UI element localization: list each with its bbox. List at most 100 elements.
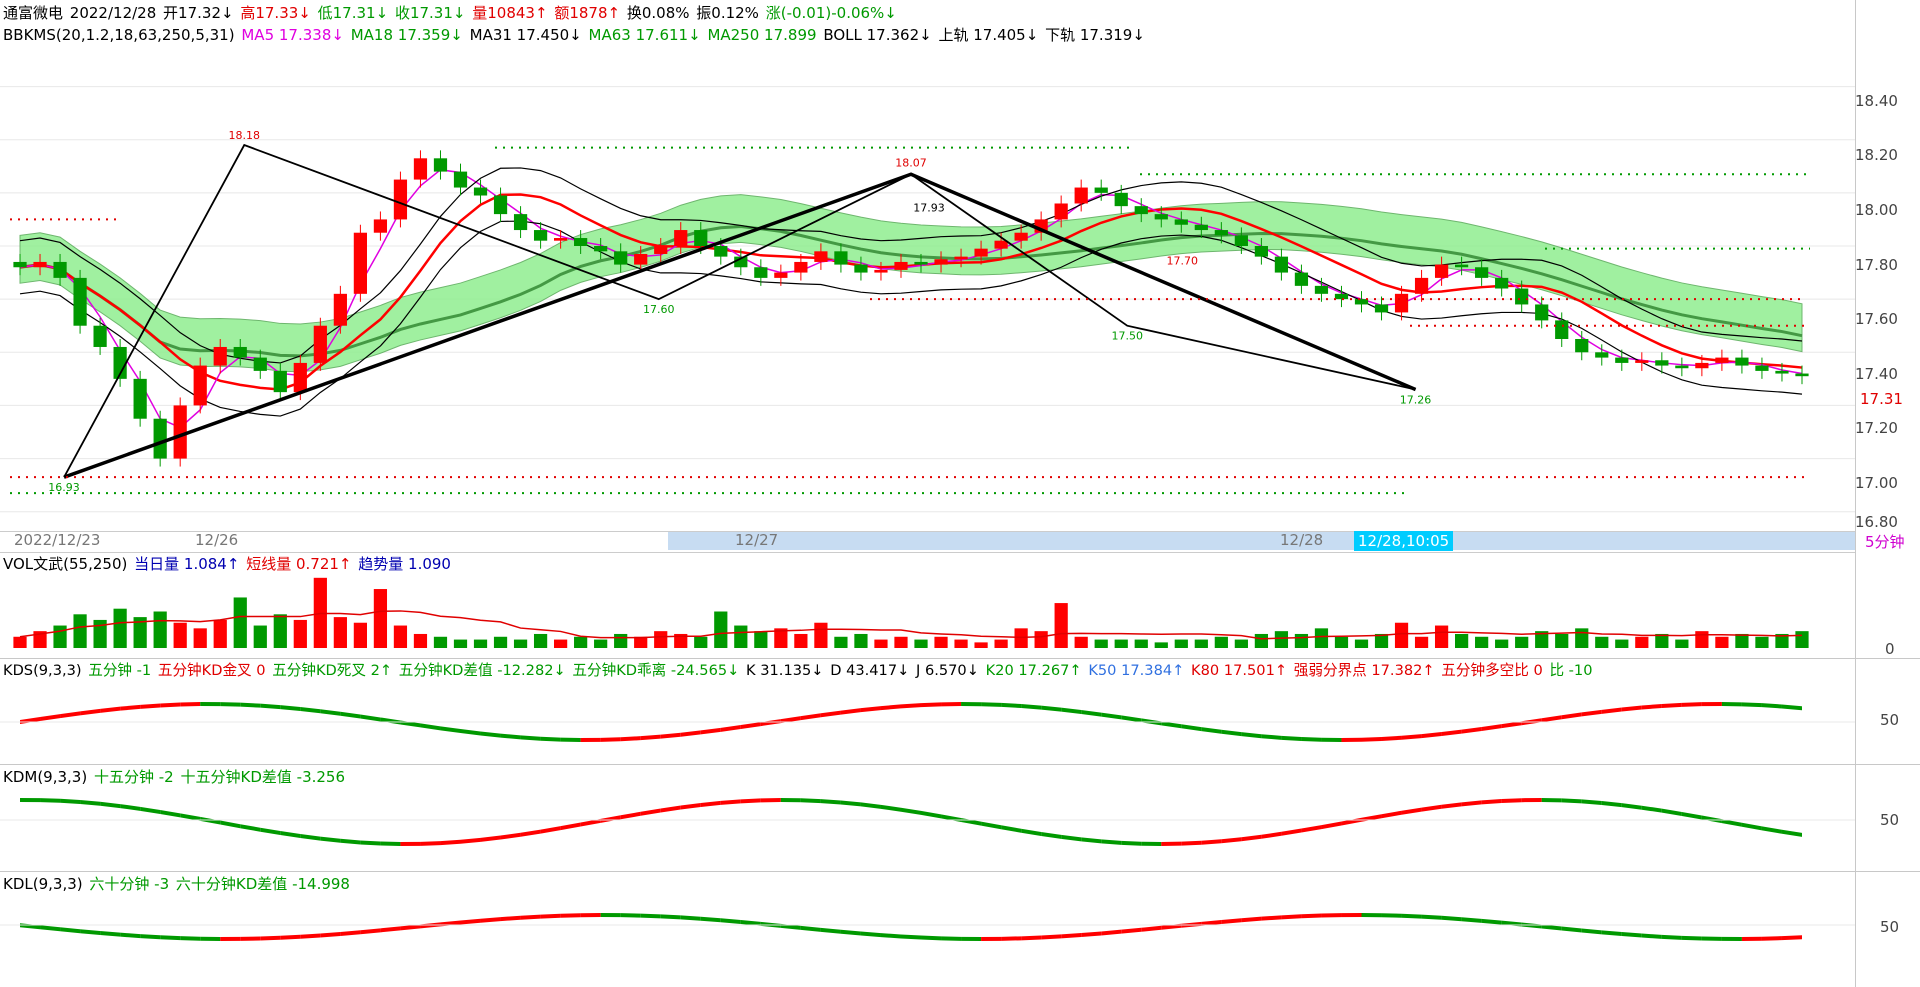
volume-bar xyxy=(1274,631,1289,648)
kdm-tick: 50 xyxy=(1880,811,1900,829)
kdm-ribbon xyxy=(1601,801,1622,808)
kdl-ribbon xyxy=(981,936,1002,941)
candle-body xyxy=(934,259,948,265)
kds-ribbon xyxy=(260,703,281,710)
kds-ribbon xyxy=(900,703,922,709)
kds-ribbon xyxy=(720,725,741,732)
date-label: 2022/12/23 xyxy=(14,531,101,549)
kds-ribbon xyxy=(80,708,101,716)
volume-bar xyxy=(253,625,267,648)
volume-bar xyxy=(694,636,708,648)
kdl-ribbon xyxy=(1041,934,1062,940)
volume-bar xyxy=(533,633,548,648)
candle-body xyxy=(1234,235,1248,246)
kdl-ribbon xyxy=(300,933,321,939)
volume-bar xyxy=(1715,636,1729,648)
volume-bar xyxy=(1575,628,1589,648)
kds-strong: 强弱分界点 17.382↑ xyxy=(1293,662,1435,679)
volume-bar xyxy=(754,631,768,648)
candle-body xyxy=(373,219,388,233)
volume-bar xyxy=(974,642,988,648)
kds-ribbon xyxy=(820,710,841,718)
volume-bar xyxy=(193,628,207,648)
vol-trend: 趋势量 1.090 xyxy=(358,555,451,573)
kdm-ribbon xyxy=(200,816,221,825)
candle-body xyxy=(453,171,468,188)
kdl-ribbon xyxy=(1321,913,1342,918)
kdl-ribbon xyxy=(1741,936,1762,941)
volume-bar xyxy=(1394,622,1409,648)
kdl-ribbon xyxy=(180,936,201,941)
kdm-ribbon xyxy=(1761,826,1782,834)
kds-ribbon xyxy=(180,702,201,707)
period-selector[interactable]: 5分钟 xyxy=(1865,531,1905,552)
kdm-ribbon xyxy=(1121,840,1142,846)
kds-name[interactable]: KDS(9,3,3) xyxy=(3,662,82,679)
volume-bar xyxy=(614,633,628,648)
candle-body xyxy=(614,251,628,265)
volume-bar xyxy=(1455,633,1469,648)
kds-k20: K20 17.267↑ xyxy=(985,662,1082,679)
vol-name[interactable]: VOL文武(55,250) xyxy=(3,555,127,573)
volume-bar xyxy=(834,636,848,648)
kdm-ribbon xyxy=(1001,825,1022,833)
candle-body xyxy=(1555,320,1569,339)
volume-bar xyxy=(994,639,1008,648)
kdl-ribbon xyxy=(260,935,281,941)
kds-ribbon xyxy=(800,713,821,721)
candle-body xyxy=(1274,256,1289,273)
kdl-ribbon xyxy=(840,929,861,936)
kdl-ribbon xyxy=(1101,929,1122,936)
candle-body xyxy=(513,214,528,231)
kds-ribbon xyxy=(640,734,661,741)
kdl-ribbon xyxy=(1501,920,1522,927)
kds-ribbon xyxy=(1361,736,1382,742)
candle-body xyxy=(594,246,608,252)
volume-bar xyxy=(1234,639,1248,648)
candle-body xyxy=(73,277,87,326)
kds-ribbon xyxy=(1121,715,1142,723)
kdm-ribbon xyxy=(1481,799,1502,805)
kdm-ribbon xyxy=(620,811,641,820)
volume-bar xyxy=(1755,636,1769,648)
candle-body xyxy=(173,405,187,459)
candle-body xyxy=(1575,339,1589,353)
kds-ribbon xyxy=(160,702,181,708)
volume-bar xyxy=(1314,628,1329,648)
candle-body xyxy=(1194,224,1208,231)
kdl-ribbon xyxy=(1021,935,1042,941)
kdm-ribbon xyxy=(1261,831,1282,839)
kdm-ribbon xyxy=(1281,828,1302,836)
kdm-ribbon xyxy=(880,804,901,812)
candle-body xyxy=(1455,264,1469,268)
volume-bar xyxy=(954,639,968,648)
kdm-ribbon xyxy=(1581,799,1602,806)
volume-bar xyxy=(1354,639,1369,648)
candle-body xyxy=(13,261,27,268)
kds-ribbon xyxy=(1601,707,1622,714)
kdm-ribbon xyxy=(120,804,141,811)
kdm-name[interactable]: KDM(9,3,3) xyxy=(3,768,87,786)
volume-bar xyxy=(53,625,67,648)
kds-ribbon xyxy=(140,703,161,709)
kdl-name[interactable]: KDL(9,3,3) xyxy=(3,875,83,893)
kdm-ribbon xyxy=(800,798,821,804)
extreme-label: 17.26 xyxy=(1400,393,1432,406)
extreme-label: 18.18 xyxy=(229,129,261,142)
candle-body xyxy=(1254,246,1268,257)
kdm-ribbon xyxy=(320,836,341,843)
kdm-ribbon xyxy=(680,802,701,810)
candle-body xyxy=(834,251,848,265)
kdl-ribbon xyxy=(1561,926,1582,933)
kds-ratio: 五分钟多空比 0 xyxy=(1441,662,1543,679)
candle-body xyxy=(1755,365,1769,371)
date-selection xyxy=(668,532,1855,550)
kdm-ribbon xyxy=(560,822,581,831)
kdl-ribbon xyxy=(1081,931,1102,938)
kds-ribbon xyxy=(420,723,441,731)
price-chart[interactable]: 18.1816.9318.0717.9317.6017.5017.7017.26 xyxy=(0,0,1920,987)
kdm-p1: 十五分钟 -2 xyxy=(93,768,174,786)
kdm-ribbon xyxy=(20,798,41,803)
volume-bar xyxy=(473,639,488,648)
volume-bar xyxy=(1194,639,1208,648)
